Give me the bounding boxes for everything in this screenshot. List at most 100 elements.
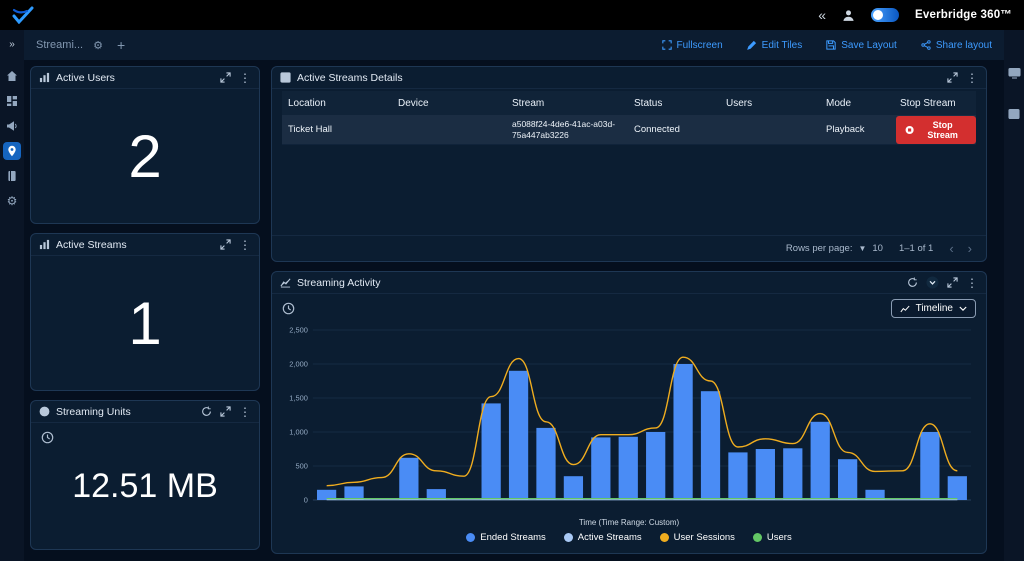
edit-tiles-button[interactable]: Edit Tiles (746, 39, 803, 51)
tile-title: Active Users (56, 71, 115, 84)
sidebar-item-library[interactable] (3, 167, 21, 185)
save-layout-button[interactable]: Save Layout (826, 40, 897, 51)
col-stop-stream: Stop Stream (900, 97, 956, 109)
clock-icon (39, 406, 50, 417)
fullscreen-label: Fullscreen (676, 39, 723, 51)
kebab-menu-icon[interactable]: ⋮ (966, 72, 978, 84)
sidebar-item-settings[interactable]: ⚙ (3, 192, 21, 210)
tile-title: Streaming Units (56, 405, 131, 418)
stop-stream-label: Stop Stream (927, 119, 958, 140)
bar-chart-icon (39, 72, 50, 83)
redacted-device-cell (392, 124, 506, 135)
sidebar-item-streams[interactable] (3, 142, 21, 160)
rows-per-page-label: Rows per page: (785, 243, 853, 254)
col-stream: Stream (512, 97, 545, 109)
col-users: Users (726, 97, 753, 109)
svg-text:2,000: 2,000 (289, 359, 308, 368)
col-status: Status (634, 97, 663, 109)
timeline-select[interactable]: Timeline (890, 299, 976, 318)
everbridge-logo-icon[interactable] (12, 6, 34, 24)
left-sidebar: » ⚙ (0, 30, 24, 561)
right-sidebar (1004, 30, 1024, 561)
clock-icon[interactable] (282, 302, 295, 315)
legend-dot (563, 533, 573, 542)
sidebar-item-announcements[interactable] (3, 117, 21, 135)
expand-icon[interactable] (220, 406, 231, 417)
activity-chart-icon (280, 277, 291, 288)
stop-icon (905, 125, 914, 134)
svg-text:1,500: 1,500 (289, 393, 308, 402)
toggle-knob (873, 10, 884, 20)
table-row: Ticket Hall a5088f24-4de6-41ac-a03d-75a4… (282, 115, 976, 145)
col-device: Device (398, 97, 429, 109)
refresh-icon[interactable] (201, 406, 212, 417)
next-page-icon[interactable]: › (968, 242, 972, 255)
fullscreen-button[interactable]: Fullscreen (661, 39, 723, 51)
theme-toggle[interactable] (871, 8, 900, 22)
sidebar-item-dashboard[interactable] (3, 92, 21, 110)
save-layout-label: Save Layout (841, 39, 897, 51)
tile-streaming-activity: Streaming Activity ⋮ Timeline 0500 1,000… (271, 271, 987, 554)
share-icon (921, 40, 931, 50)
cell-status: Connected (634, 124, 680, 135)
svg-text:0: 0 (304, 495, 308, 504)
svg-text:1,000: 1,000 (289, 427, 308, 436)
bar-chart-icon (39, 239, 50, 250)
legend-item-users[interactable]: Users (752, 532, 792, 543)
share-layout-button[interactable]: Share layout (921, 40, 992, 51)
tile-header: Active Streams Details ⋮ (272, 67, 986, 89)
kebab-menu-icon[interactable]: ⋮ (966, 277, 978, 289)
fullscreen-icon (661, 40, 672, 50)
kebab-menu-icon[interactable]: ⋮ (239, 406, 251, 418)
collapse-icon[interactable]: « (818, 8, 826, 22)
panel-window-icon[interactable] (1005, 105, 1023, 123)
stop-stream-button[interactable]: Stop Stream (896, 115, 976, 144)
book-icon (8, 171, 16, 181)
expand-icon[interactable] (220, 72, 231, 83)
pencil-icon (746, 40, 756, 50)
svg-text:2,500: 2,500 (289, 325, 308, 334)
share-layout-label: Share layout (935, 39, 992, 51)
expand-icon[interactable] (947, 72, 958, 83)
megaphone-icon (7, 121, 17, 131)
save-icon (826, 40, 836, 50)
expand-icon[interactable] (220, 239, 231, 250)
tab-gear-icon[interactable]: ⚙ (93, 39, 103, 52)
legend-item-active-streams[interactable]: Active Streams (563, 532, 642, 543)
prev-page-icon[interactable]: ‹ (949, 242, 953, 255)
dashboard-canvas: Active Users ⋮ 2 Active Streams ⋮ 1 Stre… (24, 60, 1004, 561)
legend-item-ended-streams[interactable]: Ended Streams (466, 532, 546, 543)
panel-dashboards-icon[interactable] (1005, 64, 1023, 82)
tile-active-streams: Active Streams ⋮ 1 (30, 233, 260, 391)
user-icon[interactable] (842, 9, 855, 22)
tab-streaming[interactable]: Streami... (36, 39, 83, 51)
sidebar-item-home[interactable] (3, 67, 21, 85)
active-users-count: 2 (128, 122, 162, 190)
expand-sidebar-icon[interactable]: » (3, 35, 21, 53)
cell-location: Ticket Hall (288, 124, 332, 135)
legend-label: Active Streams (577, 532, 642, 543)
add-tab-button[interactable]: + (113, 37, 129, 53)
kebab-menu-icon[interactable]: ⋮ (239, 239, 251, 251)
timeline-label: Timeline (915, 303, 953, 314)
expand-icon[interactable] (947, 277, 958, 288)
kebab-menu-icon[interactable]: ⋮ (239, 72, 251, 84)
line-chart-icon (900, 305, 910, 312)
top-bar: « Everbridge 360™ (0, 0, 1024, 30)
edit-tiles-label: Edit Tiles (761, 39, 803, 51)
cell-mode: Playback (826, 124, 865, 135)
tile-header: Active Streams ⋮ (31, 234, 259, 256)
refresh-icon[interactable] (907, 277, 918, 288)
tile-header: Streaming Units ⋮ (31, 401, 259, 423)
redacted-users-cell (720, 124, 820, 135)
rows-per-page-value: 10 (872, 243, 883, 254)
chart-legend: Ended Streams Active Streams User Sessio… (272, 532, 986, 543)
active-streams-count: 1 (128, 289, 162, 357)
legend-label: Ended Streams (480, 532, 546, 543)
collapse-circle-icon[interactable] (926, 276, 939, 289)
legend-dot (466, 533, 476, 542)
legend-dot (659, 533, 669, 542)
table-pagination: Rows per page: ▼ 10 1–1 of 1 ‹ › (272, 235, 986, 261)
legend-item-user-sessions[interactable]: User Sessions (659, 532, 735, 543)
rows-per-page-select[interactable]: Rows per page: ▼ 10 (786, 243, 883, 254)
